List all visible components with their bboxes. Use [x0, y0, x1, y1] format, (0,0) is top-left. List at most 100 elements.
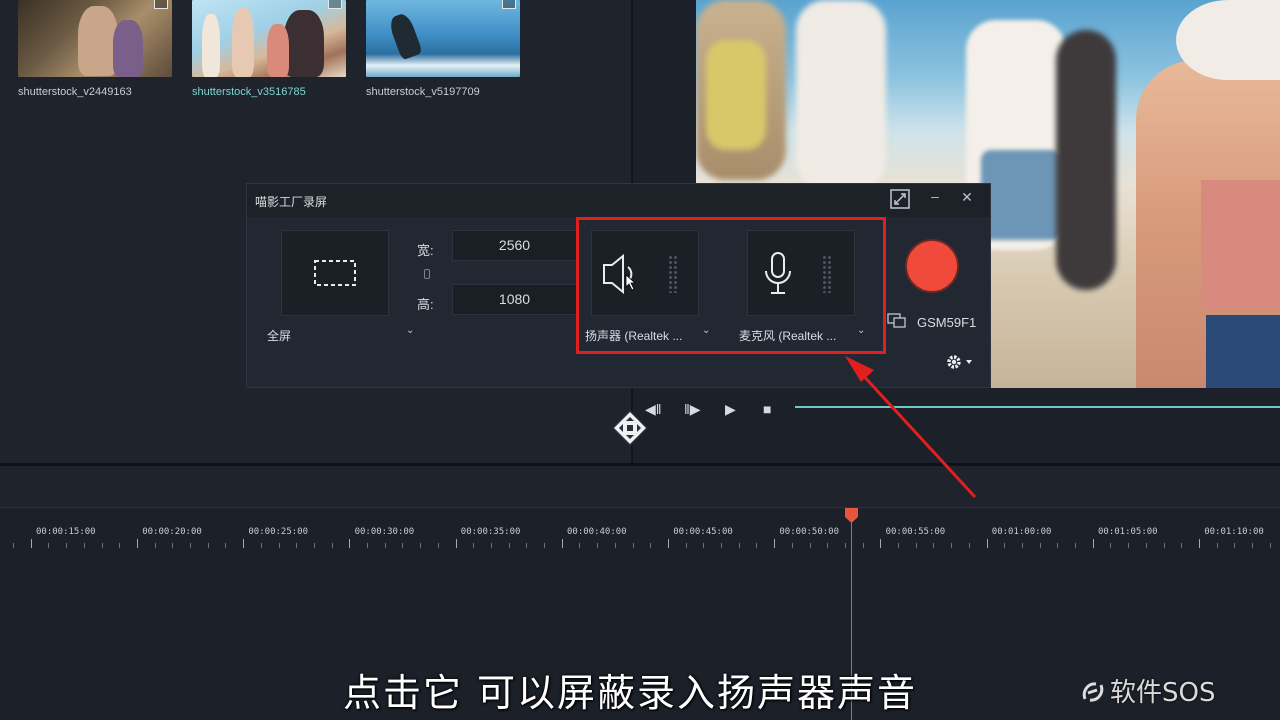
play-icon[interactable]: ▶ — [725, 401, 736, 418]
dialog-titlebar[interactable]: 喵影工厂录屏 – ✕ — [247, 184, 990, 217]
timeline-toolbar — [0, 466, 1280, 508]
timecode-label: 00:01:00:00 — [991, 527, 1052, 537]
ruler-tick — [508, 543, 510, 548]
ruler-tick — [1092, 539, 1094, 548]
ruler-tick — [437, 543, 439, 548]
capture-mode-label: 全屏 — [267, 329, 292, 343]
stop-icon[interactable]: ■ — [763, 401, 771, 417]
ruler-tick — [933, 543, 935, 548]
media-name-1: shutterstock_v2449163 — [18, 86, 132, 98]
ruler-tick — [420, 543, 422, 548]
ruler-tick — [667, 539, 669, 548]
ruler-tick — [473, 543, 475, 548]
ruler-tick — [986, 539, 988, 548]
move-handle-icon[interactable] — [612, 410, 648, 446]
ruler-tick — [791, 543, 793, 548]
ruler-tick — [685, 543, 687, 548]
ruler-tick — [13, 543, 14, 548]
timecode-label: 00:00:40:00 — [567, 527, 627, 537]
media-name-2: shutterstock_v3516785 — [192, 86, 306, 98]
ruler-tick — [331, 543, 333, 548]
display-icon[interactable] — [887, 312, 907, 330]
media-name-3: shutterstock_v5197709 — [366, 86, 480, 98]
clip-type-icon — [328, 0, 342, 9]
playback-bar — [633, 388, 1280, 463]
ruler-tick — [402, 543, 404, 548]
media-thumbnail-3[interactable] — [366, 0, 520, 77]
height-label: 高: — [417, 297, 434, 312]
ruler-tick — [119, 543, 121, 548]
ruler-tick — [1039, 543, 1041, 548]
ruler-tick — [898, 543, 899, 548]
timecode-label: 00:00:45:00 — [673, 527, 733, 537]
timecode-label: 00:00:15:00 — [36, 527, 96, 537]
ruler-tick — [1269, 543, 1271, 548]
media-thumbnail-2[interactable] — [192, 0, 346, 77]
width-label: 宽: — [417, 243, 434, 258]
timecode-label: 00:00:35:00 — [460, 527, 521, 537]
step-forward-icon[interactable]: ‖▶ — [684, 401, 701, 418]
close-icon[interactable]: ✕ — [956, 189, 978, 206]
ruler-tick — [1057, 543, 1059, 548]
ruler-tick — [756, 543, 758, 548]
timecode-label: 00:01:05:00 — [1098, 527, 1158, 537]
annotation-highlight-box — [576, 217, 886, 354]
ruler-tick — [1163, 543, 1165, 548]
ruler-tick — [313, 543, 315, 548]
fullscreen-region-icon — [314, 260, 356, 286]
width-input[interactable]: 2560 — [452, 230, 577, 261]
video-subtitle: 点击它 可以屏蔽录入扬声器声音 — [342, 671, 918, 715]
ruler-tick — [30, 539, 32, 548]
capture-mode-dropdown-icon[interactable]: ⌄ — [406, 325, 414, 336]
height-input[interactable]: 1080 — [452, 284, 577, 315]
watermark-text: 软件SOS — [1110, 678, 1216, 708]
watermark-logo-icon — [1082, 682, 1104, 702]
clip-type-icon — [154, 0, 168, 9]
ruler-tick — [83, 543, 85, 548]
record-button[interactable] — [907, 241, 957, 291]
watermark: 软件SOS — [1080, 672, 1215, 709]
ruler-tick — [349, 539, 351, 548]
ruler-tick — [190, 543, 191, 548]
ruler-tick — [1128, 543, 1130, 548]
minimize-icon[interactable]: – — [924, 188, 946, 204]
timecode-label: 00:00:50:00 — [779, 527, 839, 537]
ruler-tick — [1198, 539, 1200, 548]
ruler-tick — [544, 543, 545, 548]
ruler-tick — [526, 543, 528, 548]
ruler-tick — [968, 543, 970, 548]
timecode-label: 00:00:20:00 — [142, 527, 202, 537]
display-name-label: GSM59F1 — [917, 315, 977, 330]
aspect-lock-icon[interactable] — [424, 269, 430, 279]
timecode-label: 00:00:30:00 — [354, 527, 415, 537]
ruler-tick — [703, 543, 705, 548]
timecode-label: 00:01:10:00 — [1204, 527, 1264, 537]
ruler-tick — [1075, 543, 1076, 548]
capture-area-button[interactable] — [281, 230, 389, 316]
ruler-tick — [1145, 543, 1147, 548]
ruler-tick — [172, 543, 174, 548]
ruler-tick — [1181, 543, 1183, 548]
ruler-tick — [207, 543, 209, 548]
ruler-tick — [738, 543, 740, 548]
ruler-tick — [384, 543, 386, 548]
ruler-tick — [1216, 543, 1218, 548]
ruler-tick — [136, 539, 138, 548]
ruler-tick — [862, 543, 864, 548]
ruler-tick — [721, 543, 722, 548]
playhead-marker-icon[interactable] — [844, 507, 859, 524]
media-thumbnail-1[interactable] — [18, 0, 172, 77]
ruler-tick — [225, 543, 227, 548]
playback-progress[interactable] — [795, 406, 1280, 408]
ruler-tick — [915, 543, 917, 548]
ruler-tick — [1252, 543, 1253, 548]
clip-type-icon — [502, 0, 516, 9]
settings-gear-icon[interactable] — [944, 352, 974, 372]
ruler-tick — [367, 543, 368, 548]
ruler-tick — [490, 543, 492, 548]
ruler-tick — [1110, 543, 1112, 548]
ruler-tick — [1234, 543, 1236, 548]
ruler-tick — [101, 543, 103, 548]
ruler-tick — [597, 543, 599, 548]
expand-icon[interactable] — [889, 189, 911, 212]
